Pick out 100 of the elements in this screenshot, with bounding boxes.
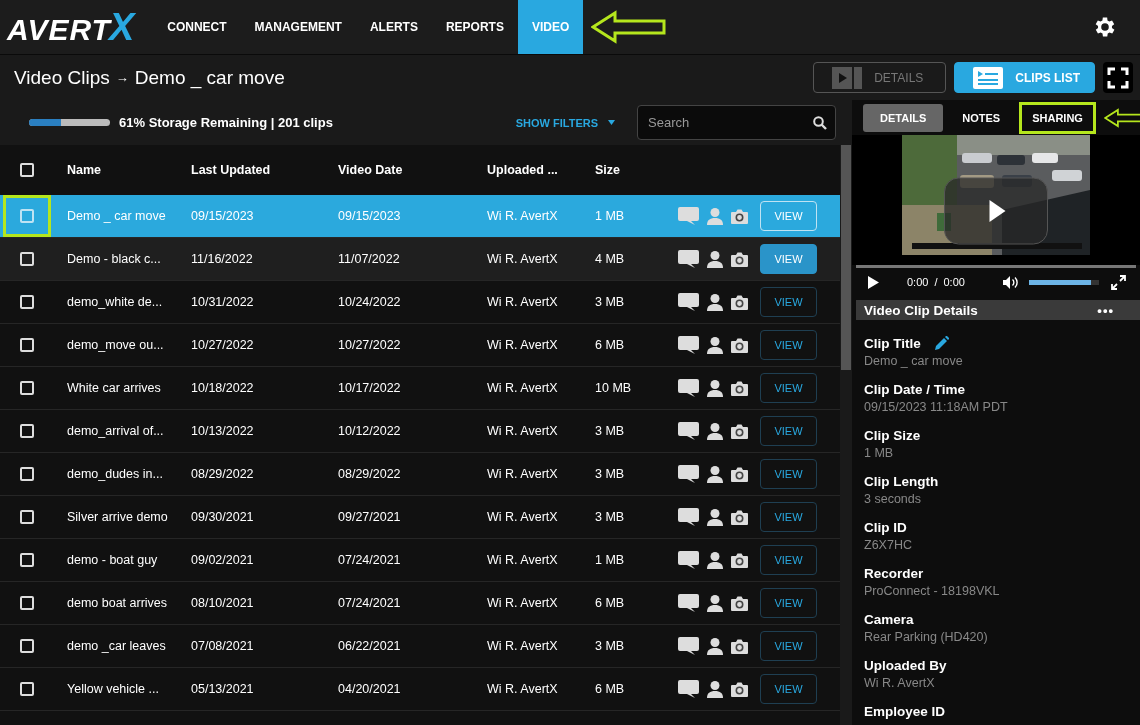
person-icon[interactable] [707, 250, 723, 268]
table-cell-text: 4 MB [594, 252, 626, 266]
comment-icon[interactable] [678, 680, 699, 698]
camera-icon[interactable] [731, 552, 748, 568]
scrollbar[interactable] [841, 145, 851, 370]
table-row[interactable]: demo boat arrives 08/10/2021 07/24/2021 Wi R. AvertX 6 MB VIEW [0, 582, 840, 625]
row-checkbox[interactable] [20, 338, 34, 352]
view-button[interactable]: VIEW [760, 287, 817, 317]
comment-icon[interactable] [678, 508, 699, 526]
person-icon[interactable] [707, 336, 723, 354]
camera-icon[interactable] [731, 294, 748, 310]
select-all-checkbox[interactable] [20, 163, 34, 177]
comment-icon[interactable] [678, 422, 699, 440]
view-button[interactable]: VIEW [760, 373, 817, 403]
camera-icon[interactable] [731, 337, 748, 353]
row-checkbox[interactable] [20, 682, 34, 696]
comment-icon[interactable] [678, 336, 699, 354]
table-row[interactable]: demo_white de... 10/31/2022 10/24/2022 Wi R. AvertX 3 MB VIEW [0, 281, 840, 324]
table-row[interactable]: demo_dudes in... 08/29/2022 08/29/2022 Wi R. AvertX 3 MB VIEW [0, 453, 840, 496]
row-checkbox[interactable] [20, 553, 34, 567]
view-button[interactable]: VIEW [760, 330, 817, 360]
row-checkbox[interactable] [20, 381, 34, 395]
row-checkbox[interactable] [20, 209, 34, 223]
column-header[interactable]: Last Updated [178, 163, 325, 177]
play-icon[interactable] [868, 275, 879, 289]
view-button[interactable]: VIEW [760, 674, 817, 704]
camera-icon[interactable] [731, 595, 748, 611]
column-header[interactable]: Size [582, 163, 664, 177]
comment-icon[interactable] [678, 379, 699, 397]
view-button[interactable]: VIEW [760, 631, 817, 661]
person-icon[interactable] [707, 379, 723, 397]
breadcrumb-link[interactable]: Video Clips [14, 66, 110, 89]
volume-slider[interactable] [1029, 279, 1099, 285]
view-button[interactable]: VIEW [760, 588, 817, 618]
comment-icon[interactable] [678, 637, 699, 655]
column-header[interactable]: Video Date [325, 163, 474, 177]
volume-icon[interactable] [1003, 275, 1019, 289]
view-button[interactable]: VIEW [760, 459, 817, 489]
table-row[interactable]: demo_move ou... 10/27/2022 10/27/2022 Wi R. AvertX 6 MB VIEW [0, 324, 840, 367]
table-cell-text: 06/22/2021 [337, 639, 402, 653]
view-button[interactable]: VIEW [760, 502, 817, 532]
caret-icon[interactable] [608, 120, 615, 125]
panel-tab[interactable]: NOTES [945, 103, 1018, 132]
camera-icon[interactable] [731, 380, 748, 396]
panel-tab[interactable]: DETAILS [863, 103, 944, 132]
nav-tab[interactable]: ALERTS [355, 0, 432, 54]
search-icon[interactable] [813, 116, 827, 130]
comment-icon[interactable] [678, 465, 699, 483]
table-row[interactable]: demo _car leaves 07/08/2021 06/22/2021 Wi R. AvertX 3 MB VIEW [0, 625, 840, 668]
search-field[interactable]: Search [637, 105, 836, 140]
person-icon[interactable] [707, 594, 723, 612]
comment-icon[interactable] [678, 250, 699, 268]
expand-icon[interactable] [1111, 274, 1126, 290]
panel-tab[interactable]: SHARING [1019, 101, 1096, 134]
view-button[interactable]: VIEW [760, 545, 817, 575]
person-icon[interactable] [707, 465, 723, 483]
play-overlay-icon[interactable] [943, 177, 1049, 245]
table-row[interactable]: White car arrives 10/18/2022 10/17/2022 Wi R. AvertX 10 MB VIEW [0, 367, 840, 410]
camera-icon[interactable] [731, 681, 748, 697]
row-checkbox[interactable] [20, 596, 34, 610]
nav-tab[interactable]: CONNECT [153, 0, 241, 54]
column-header[interactable]: Uploaded ... [474, 163, 582, 177]
column-header[interactable]: Name [54, 163, 178, 177]
fullscreen-button[interactable] [1103, 62, 1133, 93]
table-row[interactable]: demo_arrival of... 10/13/2022 10/12/2022 Wi R. AvertX 3 MB VIEW [0, 410, 840, 453]
row-checkbox[interactable] [20, 639, 34, 653]
person-icon[interactable] [707, 551, 723, 569]
table-cell-text: 07/24/2021 [337, 553, 402, 567]
person-icon[interactable] [707, 680, 723, 698]
table-cell-text: demo - boat guy [66, 553, 159, 567]
table-row[interactable]: demo - boat guy 09/02/2021 07/24/2021 Wi R. AvertX 1 MB VIEW [0, 539, 840, 582]
row-checkbox[interactable] [20, 467, 34, 481]
camera-icon[interactable] [731, 423, 748, 439]
row-checkbox[interactable] [20, 252, 34, 266]
camera-icon[interactable] [731, 251, 748, 267]
person-icon[interactable] [707, 637, 723, 655]
camera-icon[interactable] [731, 509, 748, 525]
row-checkbox[interactable] [20, 424, 34, 438]
camera-icon[interactable] [731, 466, 748, 482]
camera-icon[interactable] [731, 638, 748, 654]
camera-icon[interactable] [731, 208, 748, 224]
table-cell-text: 10/27/2022 [190, 338, 255, 352]
table-row[interactable]: Yellow vehicle ... 05/13/2021 04/20/2021 Wi R. AvertX 6 MB VIEW [0, 668, 840, 711]
comment-icon[interactable] [678, 551, 699, 569]
more-menu[interactable]: ••• [1097, 302, 1114, 318]
person-icon[interactable] [707, 508, 723, 526]
view-button[interactable]: VIEW [760, 416, 817, 446]
nav-tab[interactable]: MANAGEMENT [240, 0, 356, 54]
table-row[interactable]: Silver arrive demo 09/30/2021 09/27/2021 Wi R. AvertX 3 MB VIEW [0, 496, 840, 539]
comment-icon[interactable] [678, 293, 699, 311]
row-checkbox[interactable] [20, 295, 34, 309]
comment-icon[interactable] [678, 594, 699, 612]
person-icon[interactable] [707, 293, 723, 311]
edit-icon[interactable] [934, 336, 949, 350]
show-filters-link[interactable]: SHOW FILTERS [515, 116, 598, 129]
person-icon[interactable] [707, 422, 723, 440]
table-row[interactable]: Demo - black c... 11/16/2022 11/07/2022 Wi R. AvertX 4 MB VIEW [0, 238, 840, 281]
nav-tab[interactable]: REPORTS [431, 0, 518, 54]
section-title: Video Clip Details [864, 302, 978, 318]
row-checkbox[interactable] [20, 510, 34, 524]
